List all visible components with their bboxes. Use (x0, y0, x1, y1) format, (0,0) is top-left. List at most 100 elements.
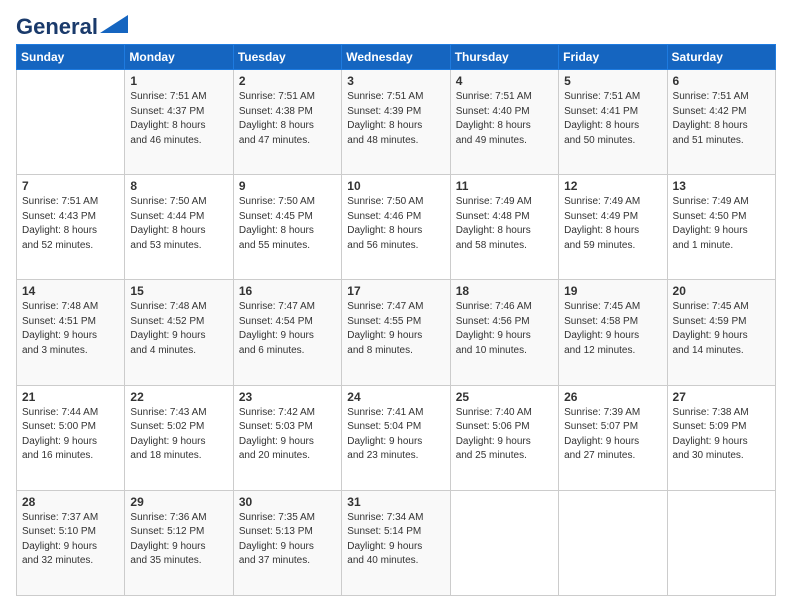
day-cell: 8 Sunrise: 7:50 AM Sunset: 4:44 PM Daylig… (125, 175, 233, 280)
day-number: 1 (130, 74, 227, 88)
day-number: 15 (130, 284, 227, 298)
day-number: 29 (130, 495, 227, 509)
day-cell: 2Sunrise: 7:51 AM Sunset: 4:38 PM Daylig… (233, 70, 341, 175)
day-cell: 22 Sunrise: 7:43 AM Sunset: 5:02 PM Dayli… (125, 385, 233, 490)
day-number: 19 (564, 284, 661, 298)
day-cell (450, 490, 558, 595)
day-number: 18 (456, 284, 553, 298)
weekday-header-monday: Monday (125, 45, 233, 70)
day-number: 20 (673, 284, 770, 298)
day-cell: 7Sunrise: 7:51 AM Sunset: 4:43 PM Daylig… (17, 175, 125, 280)
day-number: 26 (564, 390, 661, 404)
day-number: 28 (22, 495, 119, 509)
day-cell: 6Sunrise: 7:51 AM Sunset: 4:42 PM Daylig… (667, 70, 775, 175)
day-cell (667, 490, 775, 595)
weekday-header-friday: Friday (559, 45, 667, 70)
weekday-header-thursday: Thursday (450, 45, 558, 70)
day-number: 24 (347, 390, 444, 404)
day-cell: 31Sunrise: 7:34 AM Sunset: 5:14 PM Dayli… (342, 490, 450, 595)
day-cell: 28Sunrise: 7:37 AM Sunset: 5:10 PM Dayli… (17, 490, 125, 595)
day-cell: 12 Sunrise: 7:49 AM Sunset: 4:49 PM Dayli… (559, 175, 667, 280)
day-cell: 5Sunrise: 7:51 AM Sunset: 4:41 PM Daylig… (559, 70, 667, 175)
week-row-4: 28Sunrise: 7:37 AM Sunset: 5:10 PM Dayli… (17, 490, 776, 595)
day-cell: 17 Sunrise: 7:47 AM Sunset: 4:55 PM Dayli… (342, 280, 450, 385)
day-info: Sunrise: 7:45 AM Sunset: 4:59 PM Dayligh… (673, 300, 770, 358)
day-cell: 19 Sunrise: 7:45 AM Sunset: 4:58 PM Dayli… (559, 280, 667, 385)
day-info: Sunrise: 7:48 AM Sunset: 4:51 PM Dayligh… (22, 300, 119, 358)
day-cell: 30Sunrise: 7:35 AM Sunset: 5:13 PM Dayli… (233, 490, 341, 595)
day-number: 2 (239, 74, 336, 88)
day-number: 5 (564, 74, 661, 88)
day-cell: 18Sunrise: 7:46 AM Sunset: 4:56 PM Dayli… (450, 280, 558, 385)
day-info: Sunrise: 7:51 AM Sunset: 4:40 PM Dayligh… (456, 90, 553, 148)
weekday-header-sunday: Sunday (17, 45, 125, 70)
day-cell: 10 Sunrise: 7:50 AM Sunset: 4:46 PM Dayli… (342, 175, 450, 280)
day-info: Sunrise: 7:51 AM Sunset: 4:43 PM Dayligh… (22, 195, 119, 253)
day-number: 4 (456, 74, 553, 88)
day-info: Sunrise: 7:42 AM Sunset: 5:03 PM Dayligh… (239, 406, 336, 464)
weekday-header-tuesday: Tuesday (233, 45, 341, 70)
day-info: Sunrise: 7:49 AM Sunset: 4:49 PM Dayligh… (564, 195, 661, 253)
calendar-table: SundayMondayTuesdayWednesdayThursdayFrid… (16, 44, 776, 596)
day-number: 11 (456, 179, 553, 193)
week-row-2: 14 Sunrise: 7:48 AM Sunset: 4:51 PM Dayli… (17, 280, 776, 385)
day-cell: 23 Sunrise: 7:42 AM Sunset: 5:03 PM Dayli… (233, 385, 341, 490)
week-row-3: 21Sunrise: 7:44 AM Sunset: 5:00 PM Dayli… (17, 385, 776, 490)
day-number: 3 (347, 74, 444, 88)
day-cell: 27 Sunrise: 7:38 AM Sunset: 5:09 PM Dayli… (667, 385, 775, 490)
day-info: Sunrise: 7:50 AM Sunset: 4:46 PM Dayligh… (347, 195, 444, 253)
day-info: Sunrise: 7:34 AM Sunset: 5:14 PM Dayligh… (347, 511, 444, 569)
day-cell: 25 Sunrise: 7:40 AM Sunset: 5:06 PM Dayli… (450, 385, 558, 490)
day-number: 8 (130, 179, 227, 193)
day-number: 25 (456, 390, 553, 404)
day-number: 23 (239, 390, 336, 404)
day-cell: 21Sunrise: 7:44 AM Sunset: 5:00 PM Dayli… (17, 385, 125, 490)
day-number: 30 (239, 495, 336, 509)
day-info: Sunrise: 7:38 AM Sunset: 5:09 PM Dayligh… (673, 406, 770, 464)
day-info: Sunrise: 7:47 AM Sunset: 4:55 PM Dayligh… (347, 300, 444, 358)
day-info: Sunrise: 7:41 AM Sunset: 5:04 PM Dayligh… (347, 406, 444, 464)
day-cell: 15 Sunrise: 7:48 AM Sunset: 4:52 PM Dayli… (125, 280, 233, 385)
weekday-header-wednesday: Wednesday (342, 45, 450, 70)
calendar-header: SundayMondayTuesdayWednesdayThursdayFrid… (17, 45, 776, 70)
day-cell: 11 Sunrise: 7:49 AM Sunset: 4:48 PM Dayli… (450, 175, 558, 280)
day-number: 12 (564, 179, 661, 193)
day-cell: 13 Sunrise: 7:49 AM Sunset: 4:50 PM Dayli… (667, 175, 775, 280)
day-cell: 3Sunrise: 7:51 AM Sunset: 4:39 PM Daylig… (342, 70, 450, 175)
week-row-1: 7Sunrise: 7:51 AM Sunset: 4:43 PM Daylig… (17, 175, 776, 280)
day-cell: 20 Sunrise: 7:45 AM Sunset: 4:59 PM Dayli… (667, 280, 775, 385)
day-number: 9 (239, 179, 336, 193)
day-info: Sunrise: 7:43 AM Sunset: 5:02 PM Dayligh… (130, 406, 227, 464)
day-cell: 9 Sunrise: 7:50 AM Sunset: 4:45 PM Daylig… (233, 175, 341, 280)
logo: General (16, 16, 128, 34)
day-cell (559, 490, 667, 595)
day-number: 17 (347, 284, 444, 298)
weekday-header-row: SundayMondayTuesdayWednesdayThursdayFrid… (17, 45, 776, 70)
day-cell: 24 Sunrise: 7:41 AM Sunset: 5:04 PM Dayli… (342, 385, 450, 490)
day-number: 13 (673, 179, 770, 193)
logo-icon (100, 15, 128, 33)
day-number: 6 (673, 74, 770, 88)
day-info: Sunrise: 7:48 AM Sunset: 4:52 PM Dayligh… (130, 300, 227, 358)
page: General SundayMondayTuesdayWednesdayThur… (0, 0, 792, 612)
day-number: 22 (130, 390, 227, 404)
day-info: Sunrise: 7:40 AM Sunset: 5:06 PM Dayligh… (456, 406, 553, 464)
day-number: 16 (239, 284, 336, 298)
day-number: 10 (347, 179, 444, 193)
day-cell (17, 70, 125, 175)
day-cell: 14 Sunrise: 7:48 AM Sunset: 4:51 PM Dayli… (17, 280, 125, 385)
day-info: Sunrise: 7:50 AM Sunset: 4:45 PM Dayligh… (239, 195, 336, 253)
day-info: Sunrise: 7:49 AM Sunset: 4:50 PM Dayligh… (673, 195, 770, 253)
day-info: Sunrise: 7:50 AM Sunset: 4:44 PM Dayligh… (130, 195, 227, 253)
day-cell: 29Sunrise: 7:36 AM Sunset: 5:12 PM Dayli… (125, 490, 233, 595)
day-info: Sunrise: 7:49 AM Sunset: 4:48 PM Dayligh… (456, 195, 553, 253)
weekday-header-saturday: Saturday (667, 45, 775, 70)
day-cell: 16Sunrise: 7:47 AM Sunset: 4:54 PM Dayli… (233, 280, 341, 385)
day-info: Sunrise: 7:44 AM Sunset: 5:00 PM Dayligh… (22, 406, 119, 464)
day-number: 14 (22, 284, 119, 298)
day-cell: 4 Sunrise: 7:51 AM Sunset: 4:40 PM Daylig… (450, 70, 558, 175)
day-info: Sunrise: 7:39 AM Sunset: 5:07 PM Dayligh… (564, 406, 661, 464)
day-number: 27 (673, 390, 770, 404)
day-info: Sunrise: 7:45 AM Sunset: 4:58 PM Dayligh… (564, 300, 661, 358)
day-cell: 26 Sunrise: 7:39 AM Sunset: 5:07 PM Dayli… (559, 385, 667, 490)
